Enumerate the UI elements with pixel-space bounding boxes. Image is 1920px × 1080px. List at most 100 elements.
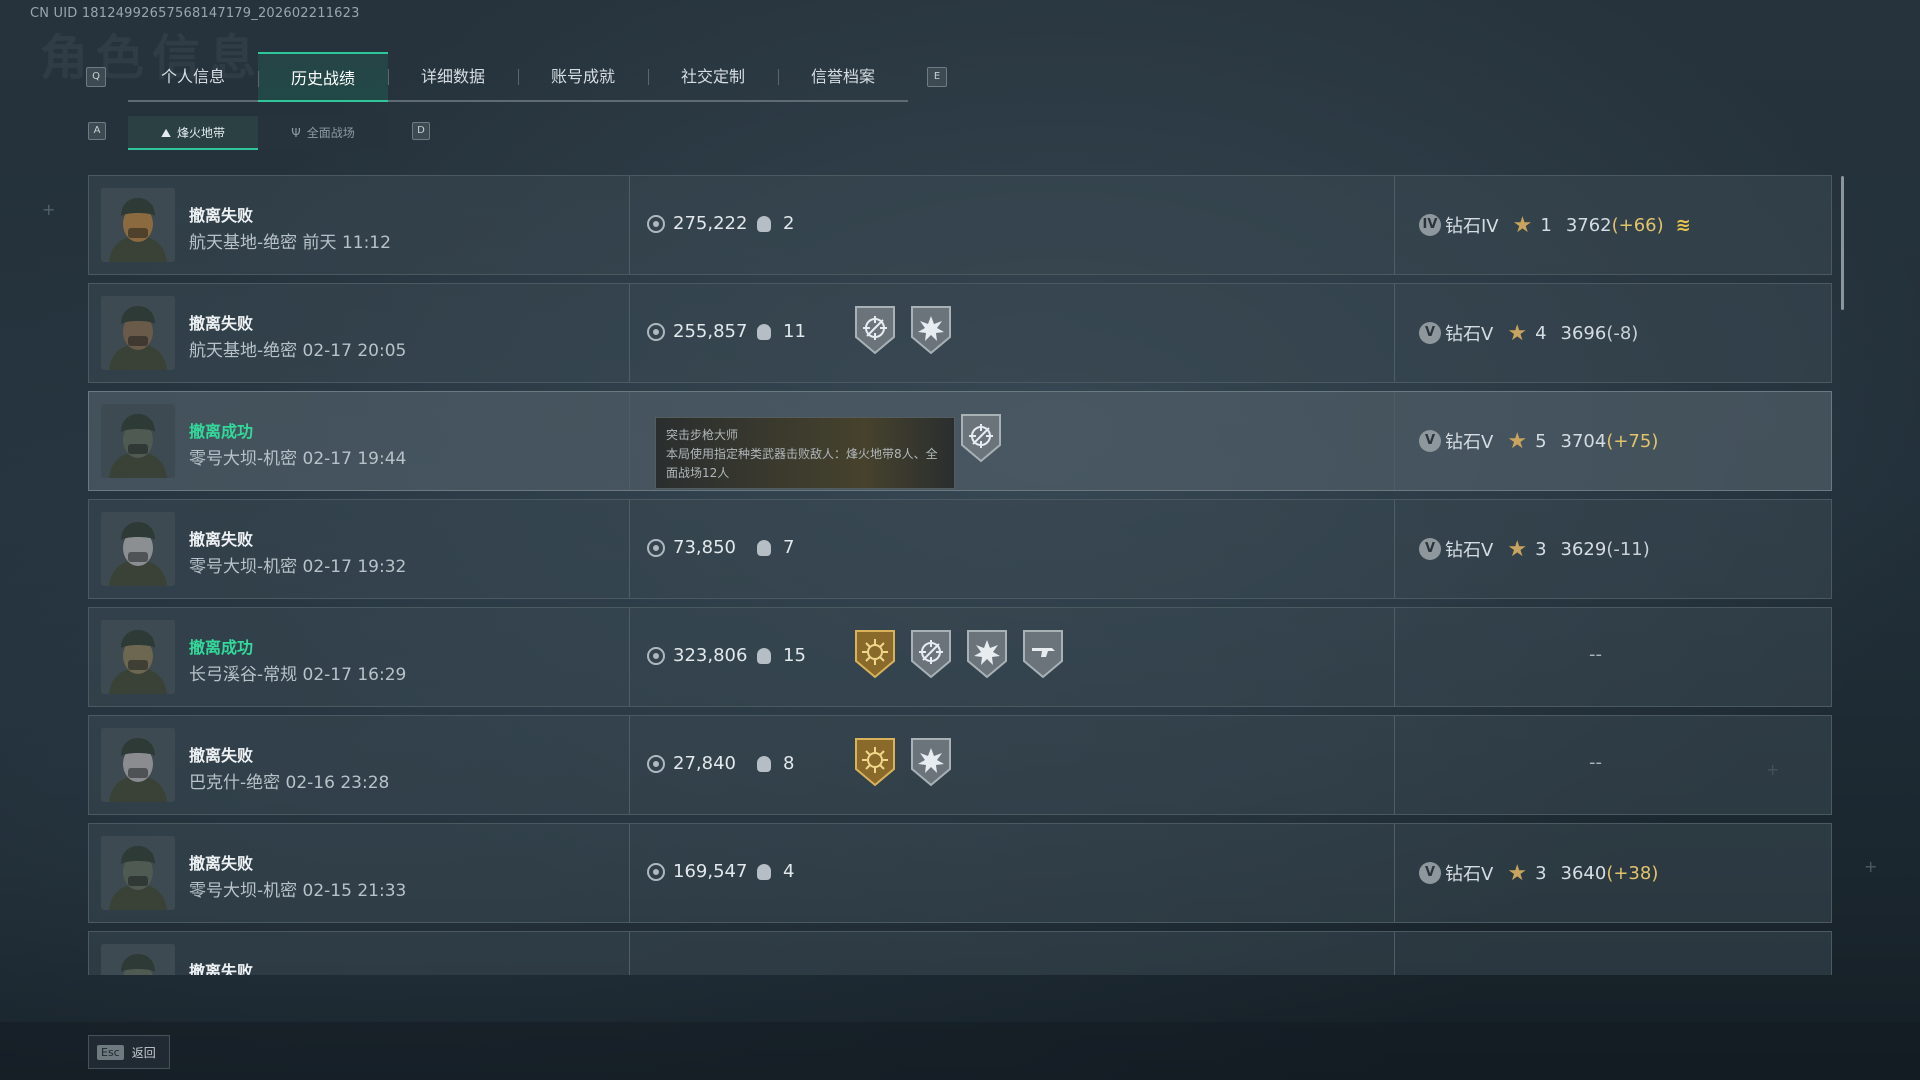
asset-value: 27,840 (647, 753, 736, 774)
map-and-time: 零号大坝-机密 02-17 19:44 (189, 449, 407, 469)
tab-credit-profile[interactable]: 信誉档案 (778, 52, 908, 100)
rank-info: V 钻石V ★ 5 3704 (+75) (1419, 428, 1658, 454)
asset-value-text: 255,857 (673, 321, 748, 342)
operator-avatar (101, 512, 175, 586)
rank-score: 3640 (1560, 862, 1607, 884)
extraction-status: 撤离成功 (189, 638, 254, 657)
rank-info: IV 钻石IV ★ 1 3762 (+66) ≋ (1419, 212, 1691, 238)
rank-name: 钻石V (1445, 432, 1494, 453)
asset-value-text: 169,547 (673, 861, 748, 882)
tab-detailed-data[interactable]: 详细数据 (388, 52, 518, 100)
rank-name: 钻石IV (1445, 216, 1499, 237)
sun-badge-icon[interactable] (853, 736, 897, 792)
star-icon: ★ (1507, 320, 1528, 346)
map-and-time: 零号大坝-机密 02-17 19:32 (189, 557, 407, 577)
tab-history-records[interactable]: 历史战绩 (258, 52, 388, 102)
extraction-status: 撤离失败 (189, 206, 254, 225)
coin-icon (647, 322, 665, 341)
diamond-rank-icon: V (1419, 430, 1441, 452)
rank-score: 3629 (1560, 538, 1607, 560)
column-divider (1394, 716, 1395, 814)
score-delta: (+38) (1606, 862, 1659, 884)
scope-badge-icon[interactable] (853, 304, 897, 360)
asset-value-text: 323,806 (673, 645, 748, 666)
tooltip-title: 突击步枪大师 (666, 428, 739, 442)
esc-key-hint: Esc (97, 1044, 124, 1060)
kill-count: 8 (757, 753, 794, 774)
column-divider (1394, 392, 1395, 490)
kill-count-text: 8 (783, 753, 795, 774)
burst-badge-icon[interactable] (965, 628, 1009, 684)
burst-badge-icon[interactable] (909, 736, 953, 792)
star-count: 4 (1535, 322, 1547, 344)
rank-info: V 钻石V ★ 3 3629 (-11) (1419, 536, 1650, 562)
kill-count: 15 (757, 645, 806, 666)
scope-badge-icon[interactable] (959, 412, 1003, 468)
match-record-row[interactable]: 撤离失败 航天基地-绝密 02-17 20:05 255,857 11 V 钻石V ★ 4 36… (88, 283, 1832, 383)
footer-bar (0, 1022, 1920, 1080)
column-divider (629, 608, 630, 706)
match-record-row[interactable]: 撤离成功零号大坝-机密 02-17 19:44 V 钻石V ★ 5 3704 (+75) (88, 391, 1832, 491)
score-delta: (+75) (1606, 430, 1659, 452)
match-record-row[interactable]: 撤离失败 巴克什-绝密 02-16 23:28 27,840 8 -- (88, 715, 1832, 815)
d-key-hint[interactable]: D (412, 122, 430, 140)
asset-value-text: 275,222 (673, 213, 748, 234)
column-divider (629, 392, 630, 490)
kill-count-text: 15 (783, 645, 806, 666)
asset-value: 275,222 (647, 213, 747, 234)
sun-badge-icon[interactable] (853, 628, 897, 684)
tab-social-customization[interactable]: 社交定制 (648, 52, 778, 100)
tab-achievements[interactable]: 账号成就 (518, 52, 648, 100)
column-divider (629, 500, 630, 598)
kill-count: 7 (757, 537, 794, 558)
star-icon: ★ (1507, 860, 1528, 886)
column-divider (629, 176, 630, 274)
kill-count-text: 11 (783, 321, 806, 342)
rank-score: 3696 (1560, 322, 1607, 344)
map-and-time: 零号大坝-机密 02-15 21:33 (189, 881, 407, 901)
operator-avatar (101, 836, 175, 910)
tooltip-text: 本局使用指定种类武器击败敌人：烽火地带8人、全面战场12人 (666, 447, 938, 480)
scope-badge-icon[interactable] (909, 628, 953, 684)
asset-value-text: 27,840 (673, 753, 736, 774)
column-divider (1394, 500, 1395, 598)
star-icon: ★ (1512, 212, 1533, 238)
column-divider (629, 716, 630, 814)
extraction-status: 撤离成功 (189, 422, 254, 441)
q-key-hint[interactable]: Q (86, 67, 106, 87)
asset-value: 73,850 (647, 537, 736, 558)
burst-badge-icon[interactable] (909, 304, 953, 360)
list-scrollbar[interactable] (1841, 176, 1844, 310)
back-button[interactable]: Esc 返回 (88, 1035, 170, 1069)
trident-icon: Ψ (291, 126, 301, 140)
match-record-row[interactable]: 撤离失败 零号大坝-机密 02-15 21:33 169,547 4 V 钻石V ★ 3 364… (88, 823, 1832, 923)
achievement-badges (959, 412, 1003, 468)
score-delta: (-8) (1606, 322, 1639, 344)
match-record-row[interactable]: 撤离失败 零号大坝-机密 02-17 19:32 73,850 7 V 钻石V ★ 3 3629… (88, 499, 1832, 599)
operator-avatar (101, 188, 175, 262)
map-and-time: 巴克什-绝密 02-16 23:28 (189, 773, 390, 793)
score-delta: (-11) (1606, 538, 1650, 560)
gun-badge-icon[interactable] (1021, 628, 1065, 684)
star-count: 3 (1535, 862, 1547, 884)
extraction-status: 撤离失败 (189, 962, 254, 975)
tab-personal-info[interactable]: 个人信息 (128, 52, 258, 100)
match-record-row[interactable]: 撤离失败 航天基地-绝密 前天 11:12 275,222 2 IV 钻石IV ★ 1 3762… (88, 175, 1832, 275)
a-key-hint[interactable]: A (88, 122, 106, 140)
asset-value: 255,857 (647, 321, 747, 342)
extraction-status: 撤离失败 (189, 746, 254, 765)
mode-subtabs: ⛰ 烽火地带 Ψ 全面战场 (128, 116, 388, 150)
skull-icon (757, 647, 771, 664)
match-record-row[interactable]: 撤离成功 长弓溪谷-常规 02-17 16:29 323,806 15 -- (88, 607, 1832, 707)
star-count: 5 (1535, 430, 1547, 452)
e-key-hint[interactable]: E (927, 67, 947, 87)
column-divider (1394, 932, 1395, 975)
subtab-battlefield[interactable]: Ψ 全面战场 (258, 116, 388, 150)
subtab-warzone[interactable]: ⛰ 烽火地带 (128, 116, 258, 150)
asset-value-text: 73,850 (673, 537, 736, 558)
column-divider (1394, 284, 1395, 382)
diamond-rank-icon: V (1419, 538, 1441, 560)
match-record-row[interactable]: 撤离失败 (88, 931, 1832, 975)
star-count: 3 (1535, 538, 1547, 560)
kill-count: 4 (757, 861, 794, 882)
